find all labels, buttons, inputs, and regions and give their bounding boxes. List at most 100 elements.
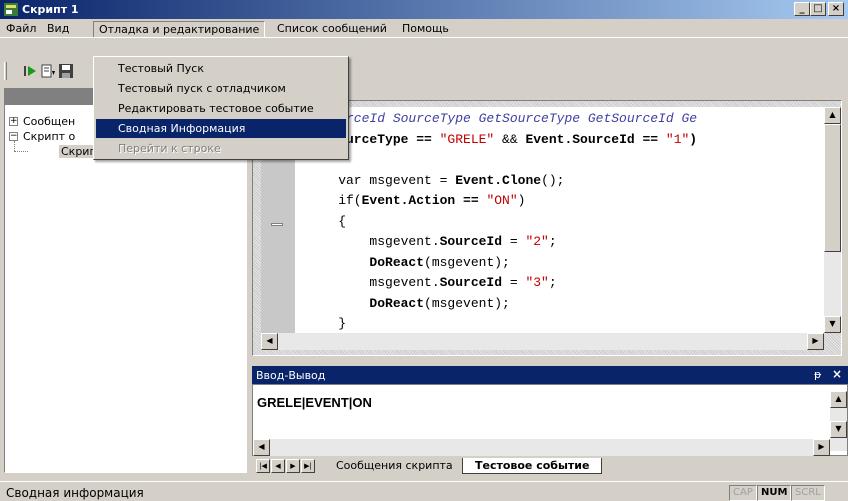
code-token: var msgevent =	[307, 172, 456, 188]
pin-icon[interactable]: ᵽ	[814, 368, 821, 381]
scroll-down-icon[interactable]: ▼	[824, 316, 841, 333]
tab-script-messages[interactable]: Сообщения скрипта	[324, 458, 465, 474]
code-token: msgevent.	[307, 275, 440, 290]
tree-collapse-icon[interactable]: −	[9, 132, 18, 141]
save-icon[interactable]	[58, 63, 74, 79]
code-token: ;	[548, 234, 557, 249]
code-line[interactable]: DoReact(msgevent);	[307, 254, 510, 275]
next-tab-icon[interactable]: ▶	[286, 459, 300, 473]
window-title: Скрипт 1	[22, 3, 79, 16]
menu-item-go-to-line[interactable]: Перейти к строке	[96, 139, 346, 158]
vertical-scroll-thumb[interactable]	[824, 124, 841, 252]
tree-item-label: Сообщен	[23, 115, 76, 128]
menu-item-test-run-debugger[interactable]: Тестовый пуск с отладчиком	[96, 79, 346, 98]
fold-marker-icon[interactable]	[271, 223, 283, 226]
scroll-left-icon[interactable]: ◀	[261, 333, 278, 350]
tree-item-label: Скрипт о	[23, 130, 76, 143]
code-token: }	[307, 316, 347, 331]
scrl-indicator: SCRL	[791, 485, 825, 501]
code-token: DoReact	[369, 295, 425, 311]
code-token: ();	[541, 172, 565, 188]
first-tab-icon[interactable]: |◀	[256, 459, 270, 473]
status-bar: Сводная информация CAP NUM SCRL	[0, 481, 848, 501]
code-line[interactable]: var msgevent = Event.Clone();	[307, 173, 564, 193]
code-token: SourceId	[439, 234, 503, 249]
scroll-up-icon[interactable]: ▲	[824, 107, 841, 124]
run-icon[interactable]	[22, 63, 38, 79]
code-token: (msgevent);	[424, 295, 510, 311]
io-output-text: GRELE|EVENT|ON	[257, 395, 372, 410]
tab-test-event[interactable]: Тестовое событие	[462, 458, 603, 474]
code-token: SourceId	[439, 275, 503, 290]
io-close-icon[interactable]: ×	[832, 367, 842, 381]
io-tab-strip: |◀ ◀ ▶ ▶| Сообщения скрипта Тестовое соб…	[252, 456, 848, 476]
editor-horizontal-scrollbar[interactable]: ◀ ▶	[261, 333, 824, 350]
io-output-area[interactable]: GRELE|EVENT|ON ▲ ▼ ◀ ▶	[252, 384, 848, 456]
maximize-button[interactable]: □	[810, 2, 826, 16]
editor-vertical-scrollbar[interactable]: ▲ ▼	[824, 107, 841, 333]
last-tab-icon[interactable]: ▶|	[301, 459, 315, 473]
code-token: if(	[307, 193, 362, 208]
scroll-right-icon[interactable]: ▶	[807, 333, 824, 350]
prev-tab-icon[interactable]: ◀	[271, 459, 285, 473]
cap-indicator: CAP	[729, 485, 757, 501]
scroll-up-icon[interactable]: ▲	[830, 391, 847, 408]
code-line[interactable]: msgevent.SourceId = "2";	[307, 234, 557, 254]
toolbar-grip[interactable]	[4, 62, 7, 80]
code-token: DoReact	[369, 254, 425, 270]
code-line[interactable]: if(Event.Action == "ON")	[307, 193, 525, 213]
code-line[interactable]: nt.SourceType == "GRELE" && Event.Source…	[307, 132, 697, 152]
debug-edit-dropdown-menu: Тестовый Пуск Тестовый пуск с отладчиком…	[93, 56, 349, 160]
code-token: Event.Action ==	[361, 193, 487, 208]
step-icon[interactable]	[40, 63, 56, 79]
io-vertical-scrollbar[interactable]: ▲ ▼	[830, 391, 847, 451]
code-token: "2"	[525, 234, 549, 249]
menu-file[interactable]: Файл	[1, 21, 41, 37]
app-icon	[4, 3, 18, 16]
code-token: =	[502, 275, 526, 290]
io-panel-header: Ввод-Вывод ᵽ ×	[252, 366, 848, 384]
menu-item-edit-test-event[interactable]: Редактировать тестовое событие	[96, 99, 346, 118]
num-indicator: NUM	[757, 485, 792, 501]
code-token: ;	[548, 275, 557, 290]
code-line[interactable]: DoReact(msgevent);	[307, 295, 510, 316]
code-token: )	[517, 193, 526, 208]
code-token: )	[689, 131, 698, 147]
code-token: Event.SourceId ==	[525, 131, 666, 147]
menu-help[interactable]: Помощь	[397, 21, 454, 37]
title-bar[interactable]: Скрипт 1 _ □ ×	[0, 0, 848, 19]
code-token: "1"	[665, 131, 690, 147]
code-token: =	[502, 234, 526, 249]
status-text: Сводная информация	[6, 486, 144, 500]
scroll-down-icon[interactable]: ▼	[830, 421, 847, 438]
close-button[interactable]: ×	[828, 2, 844, 16]
code-line[interactable]: }	[307, 316, 346, 333]
tree-expand-icon[interactable]: +	[9, 117, 18, 126]
io-horizontal-scrollbar[interactable]: ◀ ▶	[253, 439, 830, 456]
menu-view[interactable]: Вид	[42, 21, 74, 37]
scroll-right-icon[interactable]: ▶	[813, 439, 830, 456]
tree-connector	[14, 151, 28, 152]
code-token: msgevent.	[307, 234, 440, 249]
io-panel-title: Ввод-Вывод	[256, 369, 326, 382]
code-token: (msgevent);	[424, 254, 510, 270]
code-token: Event.Clone	[455, 172, 542, 188]
tree-connector	[14, 141, 15, 151]
menu-message-list[interactable]: Список сообщений	[272, 21, 392, 37]
code-token: "GRELE"	[439, 131, 495, 147]
code-line[interactable]: msgevent.SourceId = "3";	[307, 275, 557, 295]
menu-bar: Файл Вид Отладка и редактирование Список…	[0, 19, 848, 37]
menu-debug-edit[interactable]: Отладка и редактирование	[93, 21, 266, 37]
minimize-button[interactable]: _	[794, 2, 810, 16]
code-line[interactable]: {	[307, 214, 346, 234]
menu-item-test-run[interactable]: Тестовый Пуск	[96, 59, 346, 78]
code-token: {	[307, 213, 347, 229]
scroll-left-icon[interactable]: ◀	[253, 439, 270, 456]
code-line[interactable]: n SourceId SourceType GetSourceType GetS…	[307, 111, 697, 131]
code-token: "ON"	[486, 193, 518, 208]
menu-item-summary-info[interactable]: Сводная Информация	[96, 119, 346, 138]
code-token: n SourceId SourceType GetSourceType GetS…	[307, 111, 698, 126]
code-token: &&	[494, 131, 526, 147]
